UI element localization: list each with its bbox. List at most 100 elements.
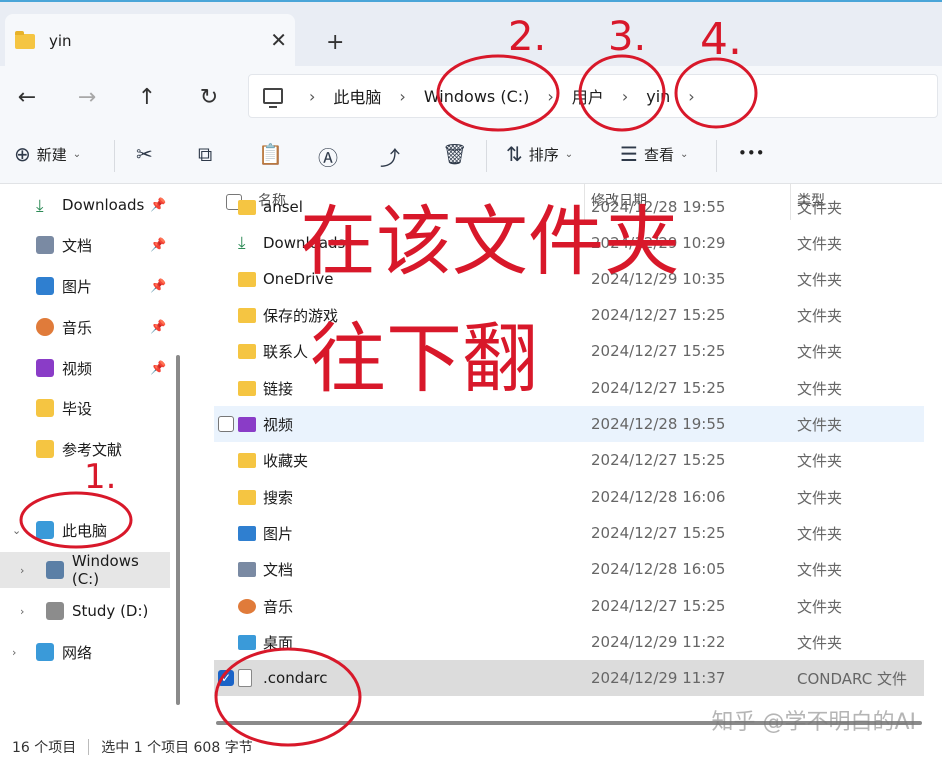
chevron-right-icon[interactable]: › [399, 87, 405, 106]
file-type: 文件夹 [797, 270, 843, 289]
file-date: 2024/12/28 19:55 [591, 415, 726, 433]
view-button[interactable]: ☰ 查看 ⌄ [620, 142, 688, 166]
chevron-down-icon[interactable]: ⌄ [12, 524, 21, 537]
sidebar-item-videos[interactable]: 视频 📌 [0, 350, 170, 386]
file-date: 2024/12/28 16:05 [591, 560, 726, 578]
chevron-right-icon[interactable]: › [547, 87, 553, 106]
selection-info: 选中 1 个项目 608 字节 [101, 739, 253, 756]
pin-icon: 📌 [150, 237, 167, 253]
document-icon [238, 561, 256, 577]
plus-circle-icon: ⊕ [14, 142, 31, 166]
trash-icon: 🗑 [442, 142, 468, 166]
folder-icon [15, 30, 35, 49]
video-icon [238, 416, 256, 432]
breadcrumb-this-pc[interactable]: 此电脑 [333, 84, 381, 108]
file-row[interactable]: ansel 2024/12/28 19:55 文件夹 [214, 189, 924, 225]
file-type: 文件夹 [797, 234, 843, 253]
file-name: 文档 [263, 560, 294, 579]
file-name: OneDrive [263, 270, 334, 288]
file-row[interactable]: 收藏夹 2024/12/27 15:25 文件夹 [214, 442, 924, 478]
row-checkbox[interactable]: ✓ [218, 670, 234, 686]
new-tab-button[interactable]: + [326, 30, 344, 55]
address-bar[interactable]: › 此电脑 › Windows (C:) › 用户 › yin › [248, 74, 938, 118]
sidebar-scrollbar[interactable] [176, 355, 180, 705]
more-options-button[interactable]: ••• [738, 144, 765, 162]
file-row[interactable]: 链接 2024/12/27 15:25 文件夹 [214, 370, 924, 406]
file-row[interactable]: ✓ .condarc 2024/12/29 11:37 CONDARC 文件 [214, 660, 924, 696]
sidebar-item-documents[interactable]: 文档 📌 [0, 227, 170, 263]
file-date: 2024/12/29 10:29 [591, 234, 726, 252]
forward-button[interactable]: → [70, 80, 104, 114]
clipboard-icon: 📋 [258, 142, 283, 166]
paste-button[interactable]: 📋 [258, 142, 289, 166]
file-date: 2024/12/29 11:22 [591, 633, 726, 651]
sidebar-item-windows-c[interactable]: › Windows (C:) [0, 552, 170, 588]
breadcrumb-yin[interactable]: yin [646, 87, 670, 106]
file-type: 文件夹 [797, 306, 843, 325]
share-icon: ⤴ [380, 146, 400, 170]
file-row[interactable]: 保存的游戏 2024/12/27 15:25 文件夹 [214, 297, 924, 333]
file-name: 桌面 [263, 633, 294, 652]
chevron-right-icon[interactable]: › [20, 605, 24, 618]
folder-icon [238, 307, 256, 323]
file-row[interactable]: 音乐 2024/12/27 15:25 文件夹 [214, 588, 924, 624]
file-row[interactable]: 搜索 2024/12/28 16:06 文件夹 [214, 479, 924, 515]
delete-button[interactable]: 🗑 [442, 142, 473, 166]
tab-yin[interactable]: yin ✕ [5, 14, 295, 68]
breadcrumb-users[interactable]: 用户 [572, 84, 604, 108]
back-button[interactable]: ← [10, 80, 44, 114]
download-icon: ⤓ [36, 196, 44, 216]
up-button[interactable]: ↑ [130, 80, 164, 114]
sidebar-item-network[interactable]: › 网络 [0, 634, 170, 670]
file-name: 收藏夹 [263, 451, 309, 470]
folder-icon [238, 271, 256, 287]
download-icon: ⤓ [238, 232, 246, 253]
file-type: 文件夹 [797, 597, 843, 616]
file-type: 文件夹 [797, 379, 843, 398]
sidebar-item-study-d[interactable]: › Study (D:) [0, 593, 170, 629]
file-row[interactable]: 视频 2024/12/28 19:55 文件夹 [214, 406, 924, 442]
file-date: 2024/12/28 19:55 [591, 198, 726, 216]
file-row[interactable]: 图片 2024/12/27 15:25 文件夹 [214, 515, 924, 551]
chevron-right-icon[interactable]: › [20, 564, 24, 577]
sidebar-item-graduation-project[interactable]: 毕设 [0, 390, 170, 426]
chevron-right-icon[interactable]: › [622, 87, 628, 106]
chevron-right-icon[interactable]: › [688, 87, 694, 106]
music-icon [36, 318, 54, 336]
music-icon [238, 598, 256, 614]
sort-button[interactable]: ⇅ 排序 ⌄ [506, 142, 573, 166]
file-row[interactable]: 联系人 2024/12/27 15:25 文件夹 [214, 333, 924, 369]
cut-button[interactable]: ✂ [136, 142, 159, 166]
file-row[interactable]: 桌面 2024/12/29 11:22 文件夹 [214, 624, 924, 660]
chevron-right-icon[interactable]: › [12, 646, 16, 659]
file-type: 文件夹 [797, 633, 843, 652]
file-name: Downloads [263, 234, 346, 252]
file-row[interactable]: ⤓ Downloads 2024/12/29 10:29 文件夹 [214, 225, 924, 261]
sidebar-item-label: 图片 [62, 277, 93, 296]
file-row[interactable]: 文档 2024/12/28 16:05 文件夹 [214, 551, 924, 587]
item-count: 16 个项目 [12, 739, 77, 756]
new-button[interactable]: ⊕ 新建 ⌄ [14, 142, 81, 166]
file-row[interactable]: OneDrive 2024/12/29 10:35 文件夹 [214, 261, 924, 297]
computer-icon[interactable] [263, 88, 283, 108]
share-button[interactable]: ⤴ [380, 142, 406, 171]
refresh-button[interactable]: ↻ [192, 80, 226, 114]
chevron-right-icon[interactable]: › [309, 87, 315, 106]
rename-button[interactable]: Ⓐ [318, 142, 344, 171]
file-date: 2024/12/27 15:25 [591, 451, 726, 469]
file-name: .condarc [263, 669, 328, 687]
sidebar-item-references[interactable]: 参考文献 [0, 431, 170, 467]
sidebar-item-music[interactable]: 音乐 📌 [0, 309, 170, 345]
file-date: 2024/12/27 15:25 [591, 306, 726, 324]
breadcrumb-windows-c[interactable]: Windows (C:) [424, 87, 530, 106]
sidebar-item-downloads[interactable]: ⤓ Downloads 📌 [0, 187, 170, 223]
row-checkbox[interactable] [218, 416, 234, 432]
file-date: 2024/12/29 11:37 [591, 669, 726, 687]
file-name: 联系人 [263, 342, 309, 361]
close-tab-icon[interactable]: ✕ [270, 28, 287, 52]
sidebar-item-pictures[interactable]: 图片 📌 [0, 268, 170, 304]
copy-button[interactable]: ⧉ [198, 142, 218, 166]
sidebar-item-this-pc[interactable]: ⌄ 此电脑 [0, 512, 170, 548]
sidebar-item-label: 网络 [62, 643, 93, 662]
list-view-icon: ☰ [620, 142, 638, 166]
